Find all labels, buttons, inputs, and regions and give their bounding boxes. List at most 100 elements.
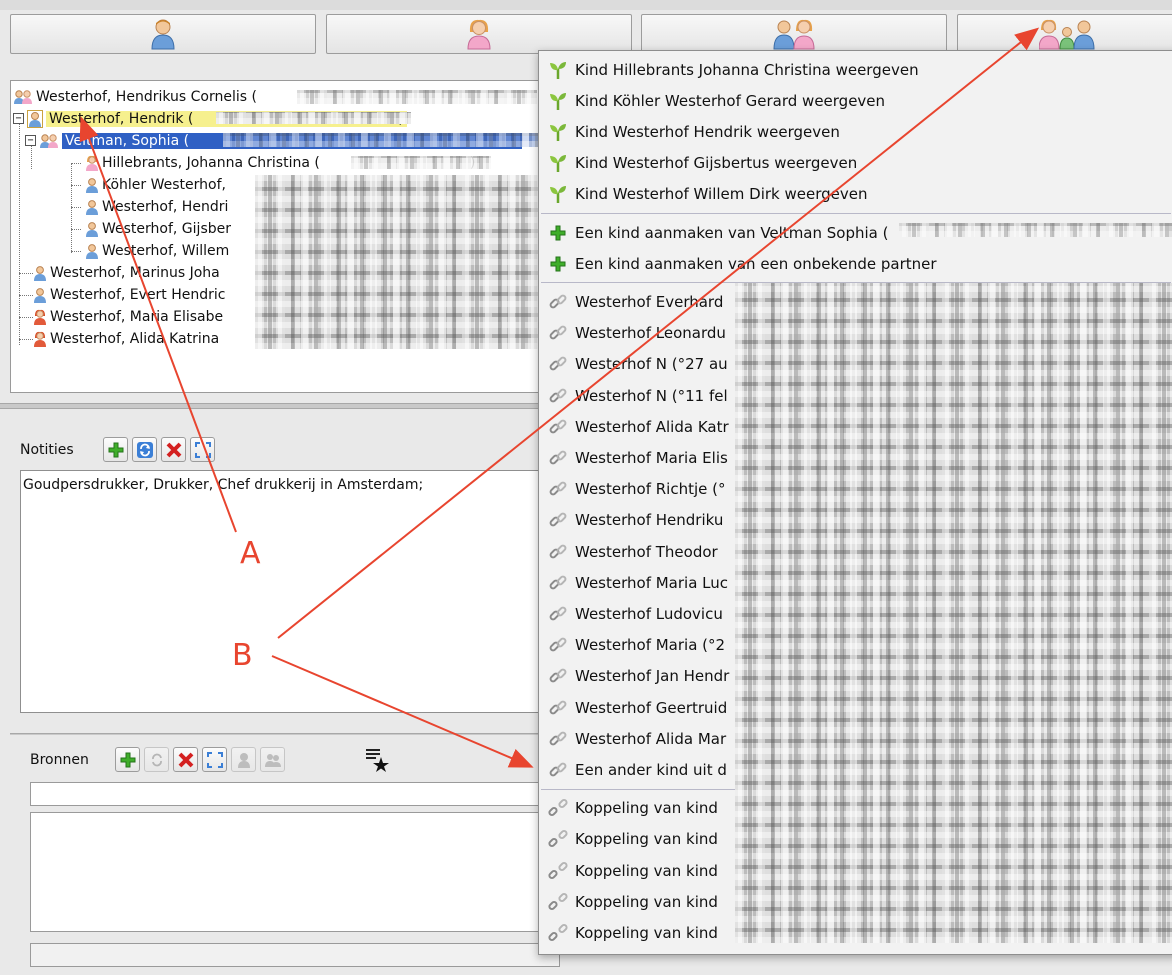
plus-icon — [108, 442, 123, 457]
expand-note-button[interactable] — [190, 437, 215, 462]
add-couple-button[interactable] — [641, 14, 947, 54]
link-icon — [549, 575, 567, 590]
menu-item-label: Westerhof Maria Luc — [575, 573, 729, 592]
refresh-note-button[interactable] — [132, 437, 157, 462]
tree-guide-line — [71, 229, 81, 230]
show-child-menu-item[interactable]: Kind Westerhof Gijsbertus weergeven — [539, 148, 1172, 179]
sprout-icon — [550, 155, 566, 173]
add-man-button[interactable] — [10, 14, 316, 54]
family-tree-panel[interactable]: Westerhof, Hendrikus Cornelis ( − Wester… — [10, 80, 570, 393]
menu-item-label: Westerhof Theodor — [575, 542, 718, 561]
show-child-menu-item[interactable]: Kind Westerhof Willem Dirk weergeven — [539, 179, 1172, 210]
menu-item-label: Westerhof Maria (°2 — [575, 636, 726, 655]
link-icon — [547, 416, 569, 438]
collapse-toggle-icon[interactable]: − — [25, 135, 36, 146]
tree-row-label: Köhler Westerhof, — [102, 176, 226, 193]
tree-row-westerhof-maria[interactable]: Westerhof, Maria Elisabe — [33, 306, 223, 327]
source-group-button[interactable] — [260, 747, 285, 772]
notes-textarea[interactable]: Goudpersdrukker, Drukker, Chef drukkerij… — [20, 470, 560, 713]
menu-item-label: Koppeling van kind — [575, 923, 718, 942]
menu-item-label: Westerhof Ludovicu — [575, 604, 723, 623]
link-icon — [547, 665, 569, 687]
woman-small-icon — [34, 331, 46, 347]
show-child-menu-item[interactable]: Kind Westerhof Hendrik weergeven — [539, 116, 1172, 147]
delete-note-button[interactable] — [161, 437, 186, 462]
unlink-icon — [548, 892, 568, 910]
plus-icon — [550, 256, 566, 272]
children-context-menu[interactable]: Kind Hillebrants Johanna Christina weerg… — [538, 50, 1172, 955]
tree-row-westerhof-hendri[interactable]: Westerhof, Hendri — [85, 196, 228, 217]
unlink-icon — [548, 861, 568, 879]
menu-item-label: Westerhof Geertruid — [575, 698, 728, 717]
tree-guide-line — [71, 251, 81, 252]
tree-row-westerhof-marinus[interactable]: Westerhof, Marinus Joha — [33, 262, 220, 283]
link-icon — [549, 356, 567, 371]
sprout-icon — [550, 92, 566, 110]
sources-input[interactable] — [30, 782, 560, 806]
link-icon — [549, 544, 567, 558]
show-child-menu-item[interactable]: Kind Hillebrants Johanna Christina weerg… — [539, 54, 1172, 85]
tree-row-westerhof-gijsber[interactable]: Westerhof, Gijsber — [85, 218, 231, 239]
add-source-button[interactable] — [115, 747, 140, 772]
annotation-label-a: A — [240, 536, 261, 571]
create-icon — [547, 253, 569, 275]
tree-row-label: Westerhof, Marinus Joha — [50, 264, 220, 281]
sources-list[interactable] — [30, 812, 560, 932]
sources-label: Bronnen — [30, 752, 89, 768]
refresh-source-button[interactable] — [144, 747, 169, 772]
link-icon — [547, 697, 569, 719]
tree-row-westerhof-alida[interactable]: Westerhof, Alida Katrina — [33, 328, 219, 349]
splitter[interactable] — [10, 733, 560, 735]
unlink-icon — [547, 860, 569, 882]
redacted-text — [216, 112, 411, 124]
tree-guide-line — [71, 185, 81, 186]
unlink-icon — [548, 923, 568, 941]
link-icon — [549, 419, 567, 434]
link-icon — [547, 509, 569, 531]
tree-row-label: Westerhof, Maria Elisabe — [50, 308, 224, 325]
tree-row-label: Westerhof, Gijsber — [102, 220, 231, 237]
man-small-icon — [86, 221, 98, 237]
collapse-toggle-icon[interactable]: − — [13, 113, 24, 124]
show-icon — [547, 59, 569, 81]
redacted-text — [351, 156, 491, 169]
menu-item-label: Westerhof Everhard — [575, 292, 724, 311]
tree-row-kohler-westerhof[interactable]: Köhler Westerhof, — [85, 174, 226, 195]
fullscreen-icon — [206, 751, 223, 768]
man-small-icon — [86, 199, 98, 215]
menu-item-label: Westerhof Jan Hendr — [575, 667, 730, 686]
menu-item-label: Westerhof N (°11 fel — [575, 386, 728, 405]
tree-row-westerhof-evert[interactable]: Westerhof, Evert Hendric — [33, 284, 226, 305]
link-icon — [549, 637, 567, 652]
notes-label: Notities — [20, 442, 74, 458]
expand-source-button[interactable] — [202, 747, 227, 772]
redacted-text — [297, 90, 537, 104]
tree-row-label: Westerhof, Willem — [102, 242, 230, 259]
add-woman-button[interactable] — [326, 14, 632, 54]
splitter[interactable] — [0, 403, 560, 409]
tree-row-hendrikus-cornelis[interactable]: Westerhof, Hendrikus Cornelis ( — [13, 86, 257, 107]
tree-row-westerhof-willem[interactable]: Westerhof, Willem — [85, 240, 229, 261]
create-child-menu-item[interactable]: Een kind aanmaken van een onbekende part… — [539, 248, 1172, 279]
man-small-icon — [86, 243, 98, 259]
favorite-list-button[interactable] — [362, 745, 392, 775]
unlink-icon — [547, 922, 569, 944]
delete-source-button[interactable] — [173, 747, 198, 772]
add-family-button[interactable] — [957, 14, 1172, 54]
menu-item-label: Kind Westerhof Gijsbertus weergeven — [575, 154, 858, 173]
redacted-text — [223, 133, 543, 147]
delete-icon — [166, 442, 181, 457]
link-icon — [547, 478, 569, 500]
link-icon — [549, 606, 567, 621]
show-icon — [547, 152, 569, 174]
tree-guide-line — [19, 295, 33, 296]
notes-toolbar — [103, 437, 215, 462]
source-person-button[interactable] — [231, 747, 256, 772]
refresh-icon — [151, 753, 162, 766]
man-small-icon — [86, 177, 98, 193]
man-small-icon — [27, 109, 43, 128]
show-child-menu-item[interactable]: Kind Köhler Westerhof Gerard weergeven — [539, 85, 1172, 116]
add-note-button[interactable] — [103, 437, 128, 462]
link-icon — [547, 322, 569, 344]
plus-icon — [120, 752, 135, 767]
